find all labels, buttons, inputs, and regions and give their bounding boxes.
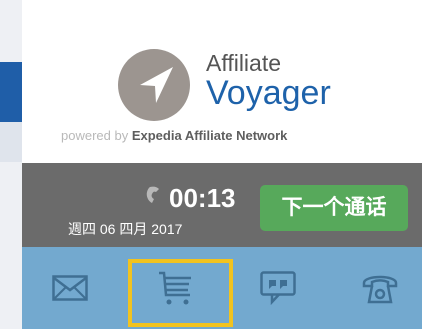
logo-panel: Affiliate Voyager powered by Expedia Aff… [22, 0, 422, 163]
powered-by-line: powered by Expedia Affiliate Network [61, 128, 287, 143]
mail-button[interactable] [22, 247, 117, 329]
left-accent-bar [0, 62, 22, 122]
brand-name-top: Affiliate [206, 50, 282, 76]
next-call-button[interactable]: 下一个通话 [260, 185, 408, 231]
chat-button[interactable] [230, 247, 325, 329]
left-strip-panel [0, 122, 22, 162]
cart-selected-highlight [128, 259, 233, 327]
logo-compass-icon [118, 49, 190, 121]
powered-by-text: powered by [61, 128, 129, 143]
brand-name-main: Voyager [206, 74, 331, 112]
toolbar [22, 247, 422, 329]
call-timer: 00:13 [169, 183, 236, 213]
phone-button[interactable] [332, 247, 422, 329]
call-panel: 00:13 週四 06 四月 2017 下一个通话 [22, 163, 422, 247]
phone-handset-icon [146, 185, 166, 212]
left-strip [0, 0, 22, 329]
network-name: Expedia Affiliate Network [131, 128, 288, 143]
call-date: 週四 06 四月 2017 [68, 221, 183, 237]
chat-icon [259, 271, 296, 305]
mail-icon [51, 275, 88, 301]
phone-icon [362, 275, 397, 304]
